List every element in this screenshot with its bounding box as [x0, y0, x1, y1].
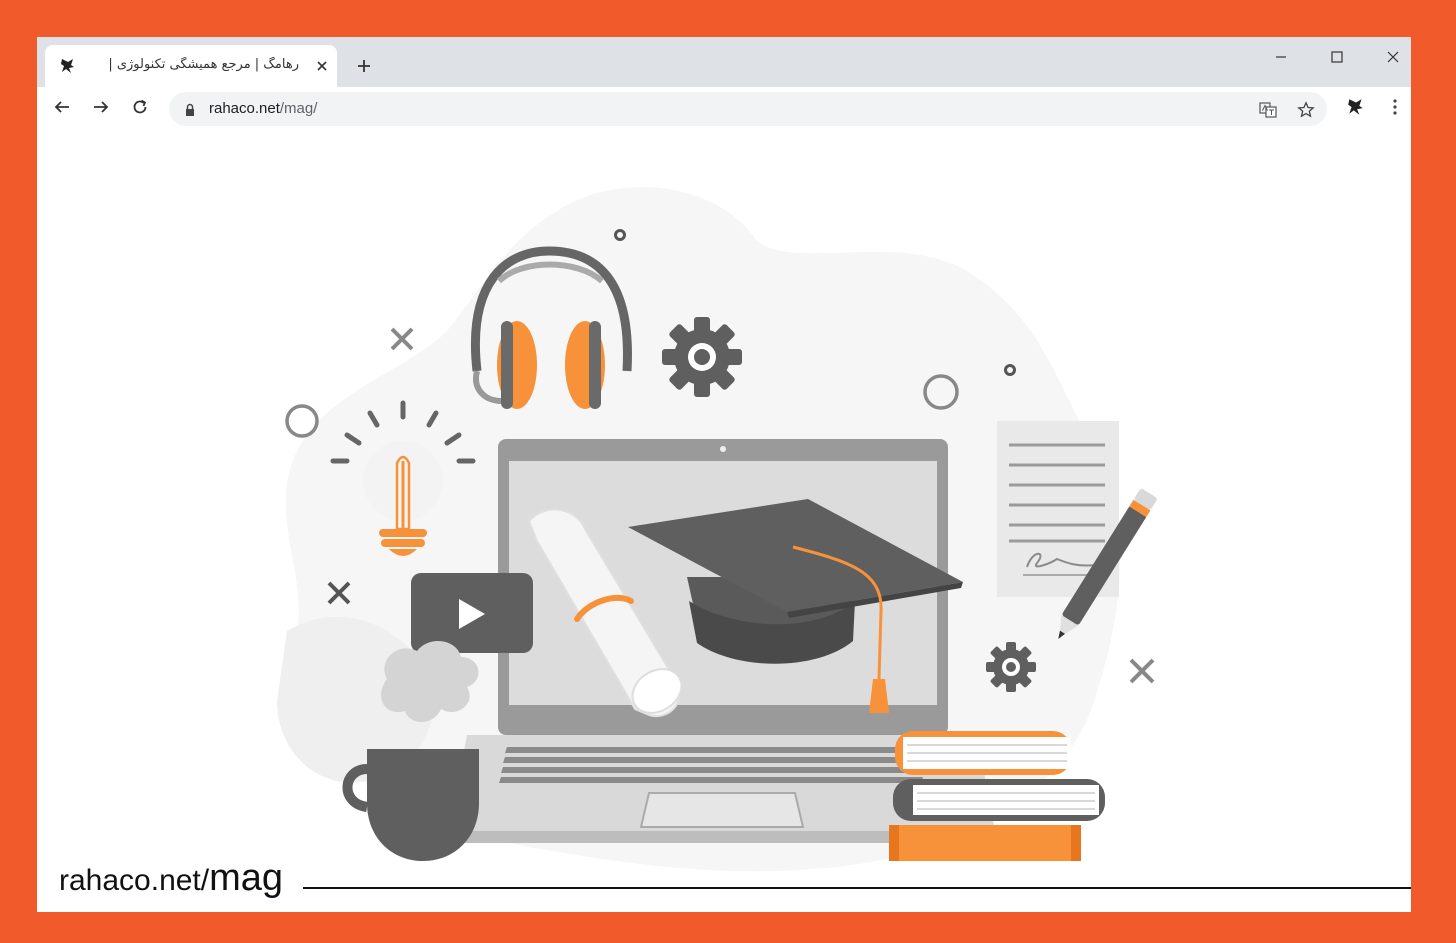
small-gear-icon: [986, 642, 1036, 692]
translate-icon[interactable]: [1257, 99, 1279, 121]
footer-section: mag: [209, 857, 284, 899]
gear-icon: [662, 317, 742, 397]
tab-close-icon[interactable]: [311, 55, 333, 77]
cross-mark-icon: [1129, 658, 1155, 684]
reload-icon: [131, 98, 149, 120]
close-icon: [1386, 49, 1400, 68]
footer-divider: [303, 887, 1411, 889]
books-stack-icon: [889, 731, 1105, 861]
browser-tab[interactable]: رهامگ | مرجع همیشگی تکنولوژی |: [45, 45, 337, 87]
maximize-icon: [1330, 49, 1344, 68]
minimize-icon: [1274, 49, 1288, 68]
url-path: /mag/: [279, 100, 318, 117]
star-icon[interactable]: [1295, 99, 1317, 121]
browser-window: رهامگ | مرجع همیشگی تکنولوژی | rahaco.ne…: [37, 37, 1411, 912]
address-bar[interactable]: rahaco.net/mag/: [169, 92, 1327, 126]
url-domain: rahaco.net: [209, 100, 280, 117]
rahaco-logo-icon: [59, 57, 77, 75]
page-content: rahaco.net/mag: [37, 131, 1411, 912]
menu-button[interactable]: [1380, 95, 1410, 123]
play-video-icon: [411, 573, 533, 653]
extension-button[interactable]: [1341, 95, 1371, 123]
ring-icon: [285, 404, 319, 438]
forward-button[interactable]: [86, 95, 116, 123]
new-tab-button[interactable]: [351, 53, 377, 79]
url-text: rahaco.net/mag/: [209, 100, 317, 117]
back-icon: [53, 98, 71, 120]
tab-title: رهامگ | مرجع همیشگی تکنولوژی |: [108, 57, 299, 72]
tab-strip: رهامگ | مرجع همیشگی تکنولوژی |: [37, 37, 1411, 87]
footer-url-label: rahaco.net/mag: [59, 857, 283, 900]
cross-mark-icon: [390, 327, 414, 351]
footer-domain: rahaco.net/: [59, 864, 210, 897]
minimize-button[interactable]: [1258, 43, 1304, 73]
back-button[interactable]: [47, 95, 77, 123]
lock-icon: [183, 102, 197, 116]
forward-icon: [92, 98, 110, 120]
maximize-button[interactable]: [1314, 43, 1360, 73]
reload-button[interactable]: [125, 95, 155, 123]
extension-icon: [1346, 97, 1366, 121]
education-illustration: [277, 187, 1157, 872]
close-window-button[interactable]: [1370, 43, 1411, 73]
browser-toolbar: rahaco.net/mag/: [37, 87, 1411, 131]
menu-icon: [1392, 98, 1398, 120]
